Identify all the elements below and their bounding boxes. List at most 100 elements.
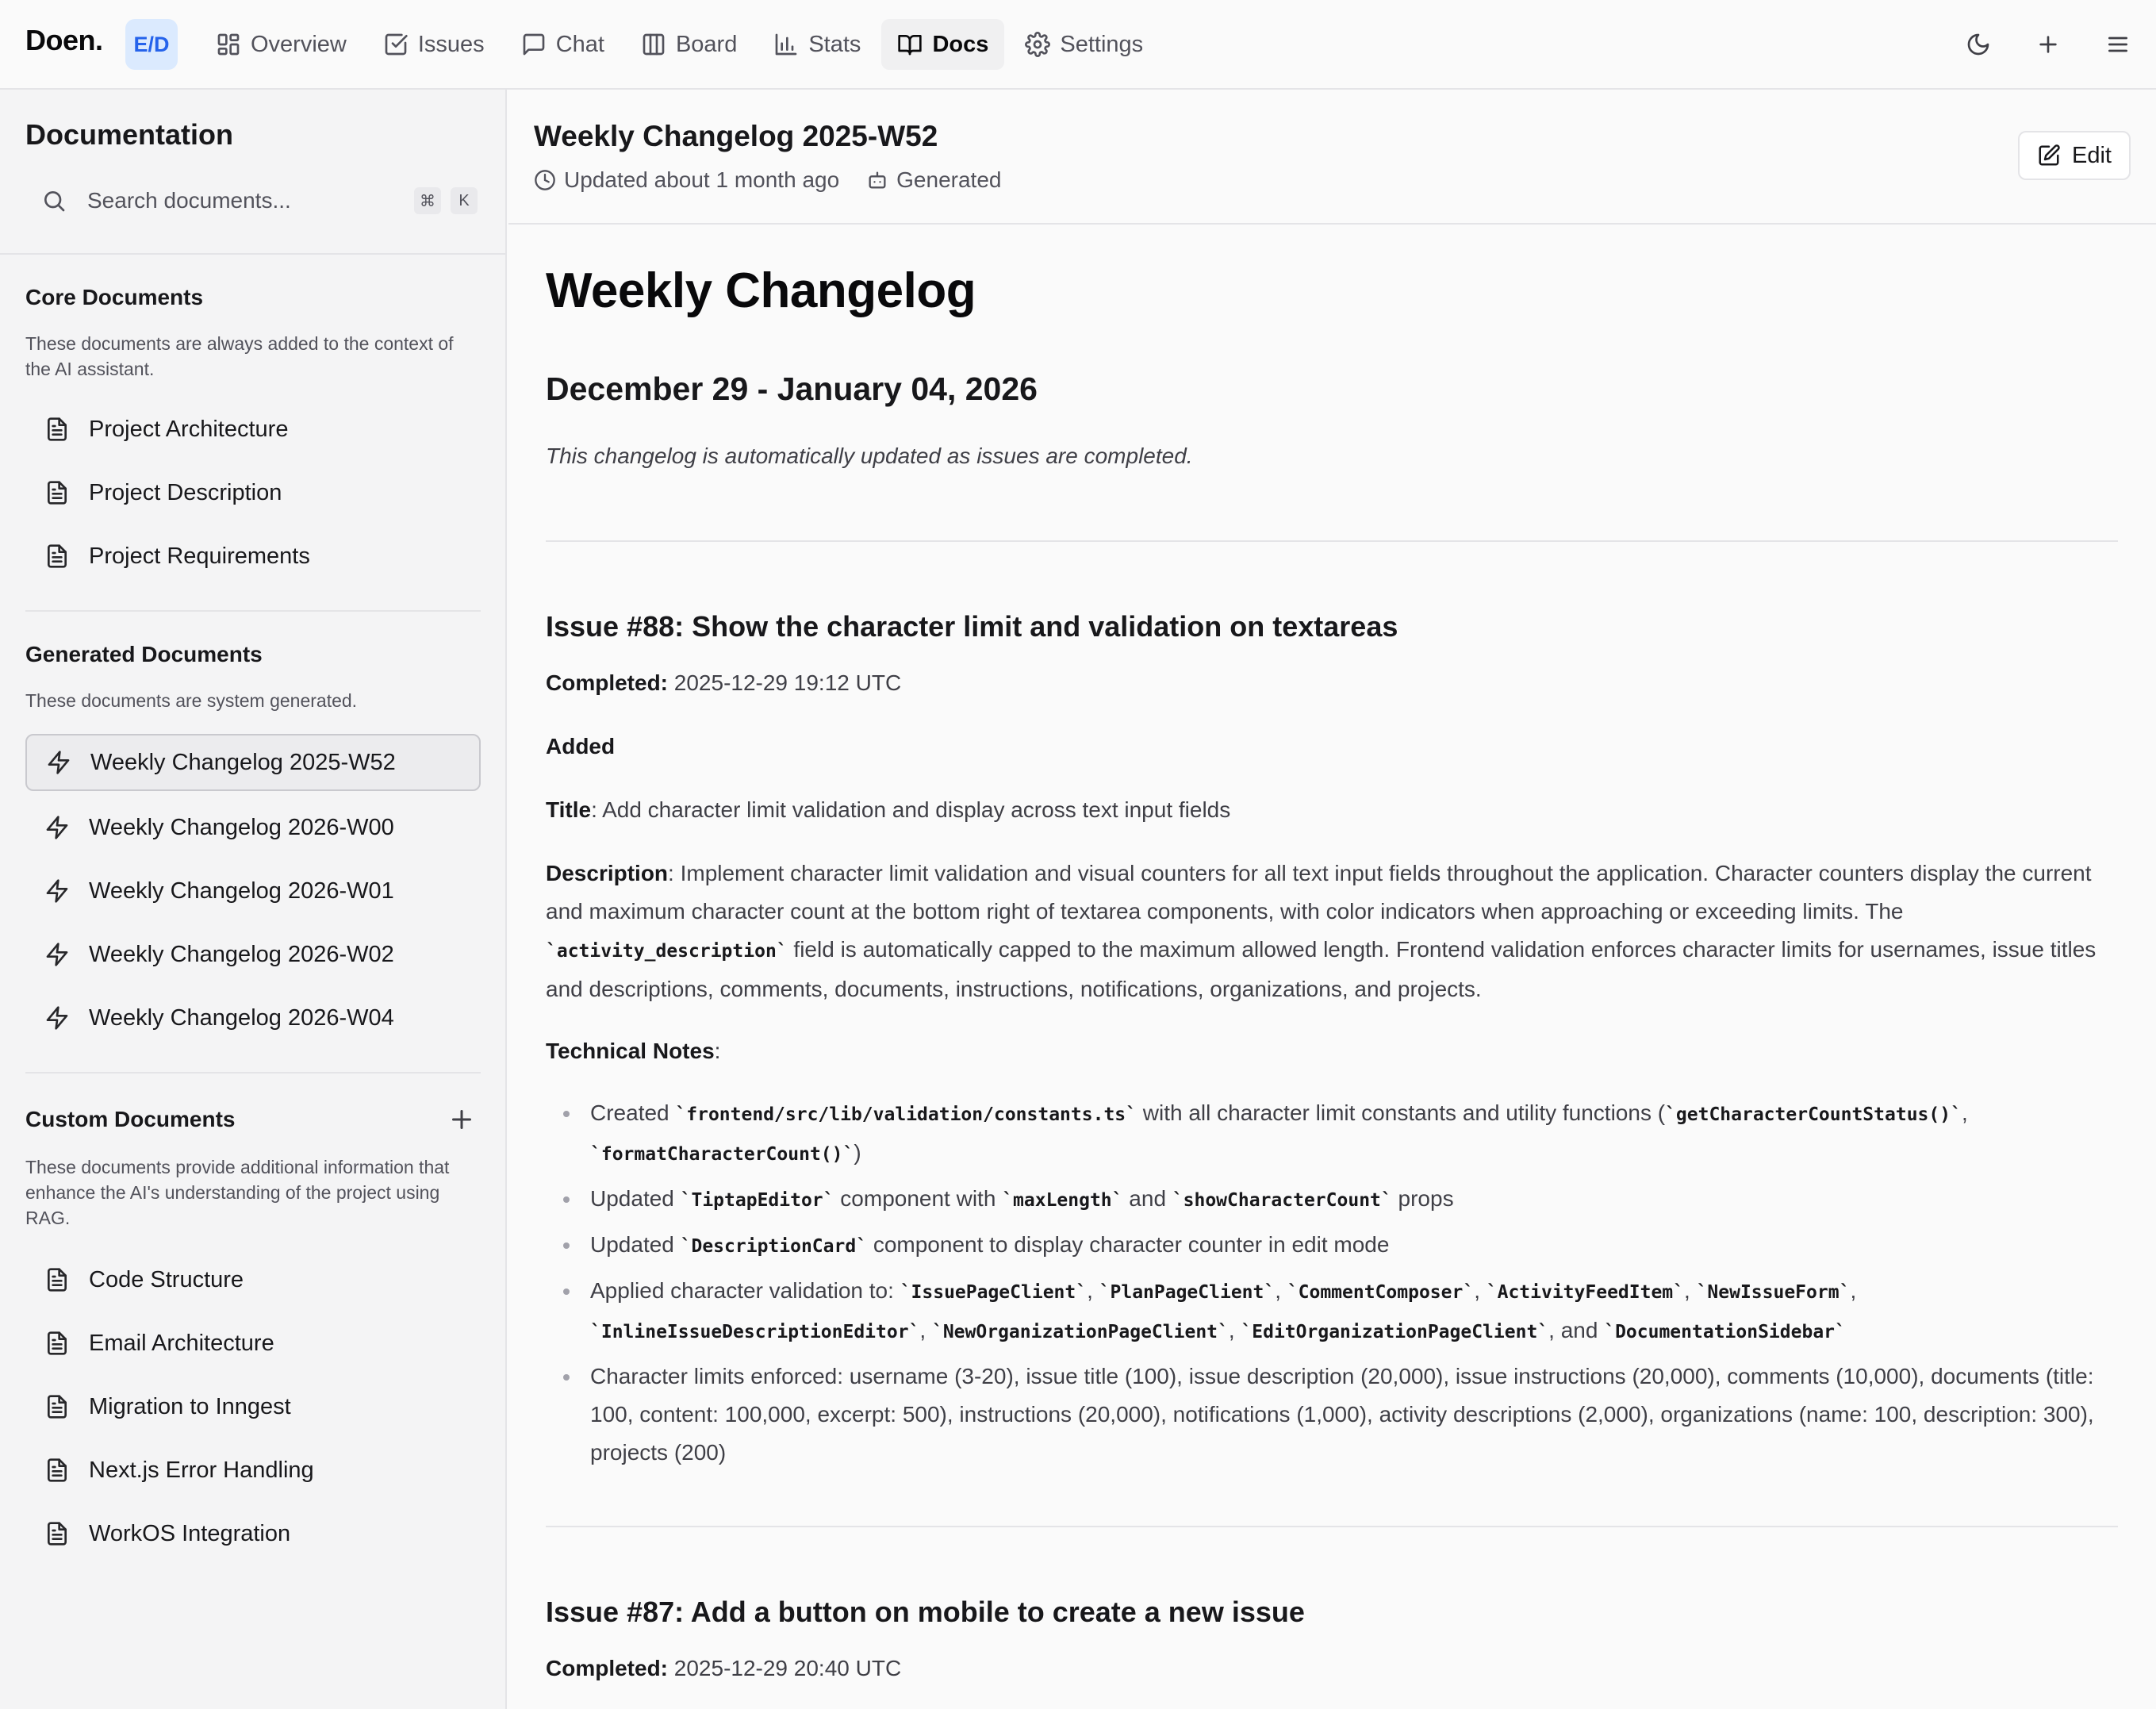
add-document-button[interactable] — [447, 1105, 476, 1134]
doc-item-changelog-2026-w00[interactable]: Weekly Changelog 2026-W00 — [25, 799, 481, 856]
doc-item-label: Weekly Changelog 2025-W52 — [90, 749, 396, 775]
custom-docs-title: Custom Documents — [25, 1107, 236, 1131]
tech-notes-label: Technical Notes — [546, 1039, 715, 1063]
menu-icon — [2105, 32, 2131, 57]
menu-button[interactable] — [2104, 22, 2132, 67]
bar-chart-icon — [773, 32, 799, 57]
doc-item-workos-integration[interactable]: WorkOS Integration — [25, 1505, 481, 1562]
doc-item-code-structure[interactable]: Code Structure — [25, 1251, 481, 1308]
doc-item-changelog-2026-w02[interactable]: Weekly Changelog 2026-W02 — [25, 926, 481, 983]
theme-toggle-button[interactable] — [1964, 22, 1993, 67]
doc-item-migration-to-inngest[interactable]: Migration to Inngest — [25, 1378, 481, 1435]
list-item: Applied character validation to: `IssueP… — [546, 1272, 2116, 1351]
custom-docs-desc: These documents provide additional infor… — [25, 1157, 450, 1228]
zap-icon — [27, 750, 90, 775]
nav-settings[interactable]: Settings — [1009, 19, 1159, 70]
divider — [0, 253, 505, 255]
doc-title: Weekly Changelog 2025-W52 — [534, 120, 938, 152]
list-item: Created `frontend/src/lib/validation/con… — [546, 1094, 2116, 1173]
inline-code: `activity_description` — [546, 941, 788, 962]
doc-heading: Weekly Changelog — [546, 263, 976, 318]
book-open-icon — [897, 32, 923, 57]
nav-chat[interactable]: Chat — [505, 19, 620, 70]
doc-item-label: Email Architecture — [89, 1330, 274, 1356]
core-docs-desc: These documents are always added to the … — [25, 333, 454, 379]
file-text-icon — [25, 1394, 89, 1419]
zap-icon — [25, 942, 89, 967]
zap-icon — [25, 815, 89, 840]
inline-code: `formatCharacterCount()` — [590, 1144, 854, 1165]
inline-code: `NewOrganizationPageClient` — [931, 1322, 1229, 1342]
doc-item-project-description[interactable]: Project Description — [25, 464, 481, 521]
org-badge[interactable]: E/D — [125, 19, 178, 70]
changelog-note: This changelog is automatically updated … — [546, 444, 1193, 468]
nav-board[interactable]: Board — [625, 19, 753, 70]
file-text-icon — [25, 1521, 89, 1546]
sidebar-title: Documentation — [25, 118, 234, 151]
completed-label: Completed: — [546, 1656, 668, 1680]
file-text-icon — [25, 1457, 89, 1483]
docs-sidebar: Documentation Search documents... ⌘ K Co… — [0, 90, 507, 1709]
doc-item-changelog-2026-w04[interactable]: Weekly Changelog 2026-W04 — [25, 989, 481, 1047]
search-icon — [25, 188, 87, 213]
text: Character limits enforced: username (3-2… — [590, 1364, 2094, 1465]
text: Applied character validation to: — [590, 1278, 900, 1303]
doc-item-label: Weekly Changelog 2026-W04 — [89, 1004, 394, 1031]
nav-stats[interactable]: Stats — [758, 19, 877, 70]
file-text-icon — [25, 1267, 89, 1292]
divider — [546, 1526, 2118, 1527]
completed-value: 2025-12-29 20:40 UTC — [673, 1656, 902, 1680]
doc-item-email-architecture[interactable]: Email Architecture — [25, 1315, 481, 1372]
inline-code: `TiptapEditor` — [680, 1190, 834, 1211]
search-input[interactable]: Search documents... ⌘ K — [25, 175, 478, 226]
square-check-icon — [383, 32, 409, 57]
list-item: Character limits enforced: username (3-2… — [546, 1358, 2116, 1472]
inline-code: `getCharacterCountStatus()` — [1665, 1104, 1962, 1125]
plus-icon — [447, 1105, 476, 1134]
text: , and — [1548, 1318, 1605, 1342]
doc-item-changelog-2026-w01[interactable]: Weekly Changelog 2026-W01 — [25, 862, 481, 920]
inline-code: `showCharacterCount` — [1172, 1190, 1392, 1211]
description-label: Description — [546, 861, 669, 885]
nav-docs[interactable]: Docs — [881, 19, 1005, 70]
doc-item-label: Migration to Inngest — [89, 1393, 291, 1419]
core-docs-title: Core Documents — [25, 285, 204, 309]
date-range-heading: December 29 - January 04, 2026 — [546, 371, 1038, 407]
nav-overview[interactable]: Overview — [200, 19, 363, 70]
doc-item-project-requirements[interactable]: Project Requirements — [25, 528, 481, 585]
doc-generated-badge: Generated — [896, 167, 1002, 192]
text: component with — [834, 1186, 1003, 1211]
issue-87-completed: Completed: 2025-12-29 20:40 UTC — [546, 1649, 2116, 1688]
title-label: Title — [546, 797, 592, 822]
app-logo[interactable]: Doen. — [25, 24, 103, 57]
top-bar: Doen. E/D Overview Issues Chat Board Sta… — [0, 0, 2156, 90]
doc-item-label: Weekly Changelog 2026-W00 — [89, 814, 394, 840]
columns-icon — [641, 32, 666, 57]
issue-88-title: Title: Add character limit validation an… — [546, 791, 2116, 829]
edit-button[interactable]: Edit — [2018, 131, 2131, 180]
inline-code: `IssuePageClient` — [900, 1282, 1088, 1303]
nav-issues[interactable]: Issues — [367, 19, 501, 70]
doc-item-label: Project Requirements — [89, 543, 310, 569]
doc-item-project-architecture[interactable]: Project Architecture — [25, 401, 481, 458]
text: Updated — [590, 1232, 681, 1257]
nav-label: Stats — [808, 31, 861, 57]
doc-item-label: Code Structure — [89, 1266, 244, 1292]
shortcut-key-cmd: ⌘ — [414, 187, 441, 214]
issue-88-added: Added — [546, 728, 2116, 766]
search-placeholder: Search documents... — [87, 188, 291, 213]
technical-notes-list: Created `frontend/src/lib/validation/con… — [546, 1094, 2116, 1478]
create-button[interactable] — [2034, 22, 2062, 67]
inline-code: `maxLength` — [1002, 1190, 1123, 1211]
nav-label: Settings — [1060, 31, 1144, 57]
colon: : — [714, 1039, 721, 1063]
layout-grid-icon — [216, 32, 241, 57]
doc-item-nextjs-error-handling[interactable]: Next.js Error Handling — [25, 1442, 481, 1499]
inline-code: `DocumentationSidebar` — [1604, 1322, 1846, 1342]
issue-88-description: Description: Implement character limit v… — [546, 854, 2116, 1008]
text: component to display character counter i… — [867, 1232, 1390, 1257]
title-text: : Add character limit validation and dis… — [591, 797, 1231, 822]
file-text-icon — [25, 480, 89, 505]
doc-item-changelog-2025-w52[interactable]: Weekly Changelog 2025-W52 — [25, 734, 481, 791]
file-text-icon — [25, 543, 89, 569]
